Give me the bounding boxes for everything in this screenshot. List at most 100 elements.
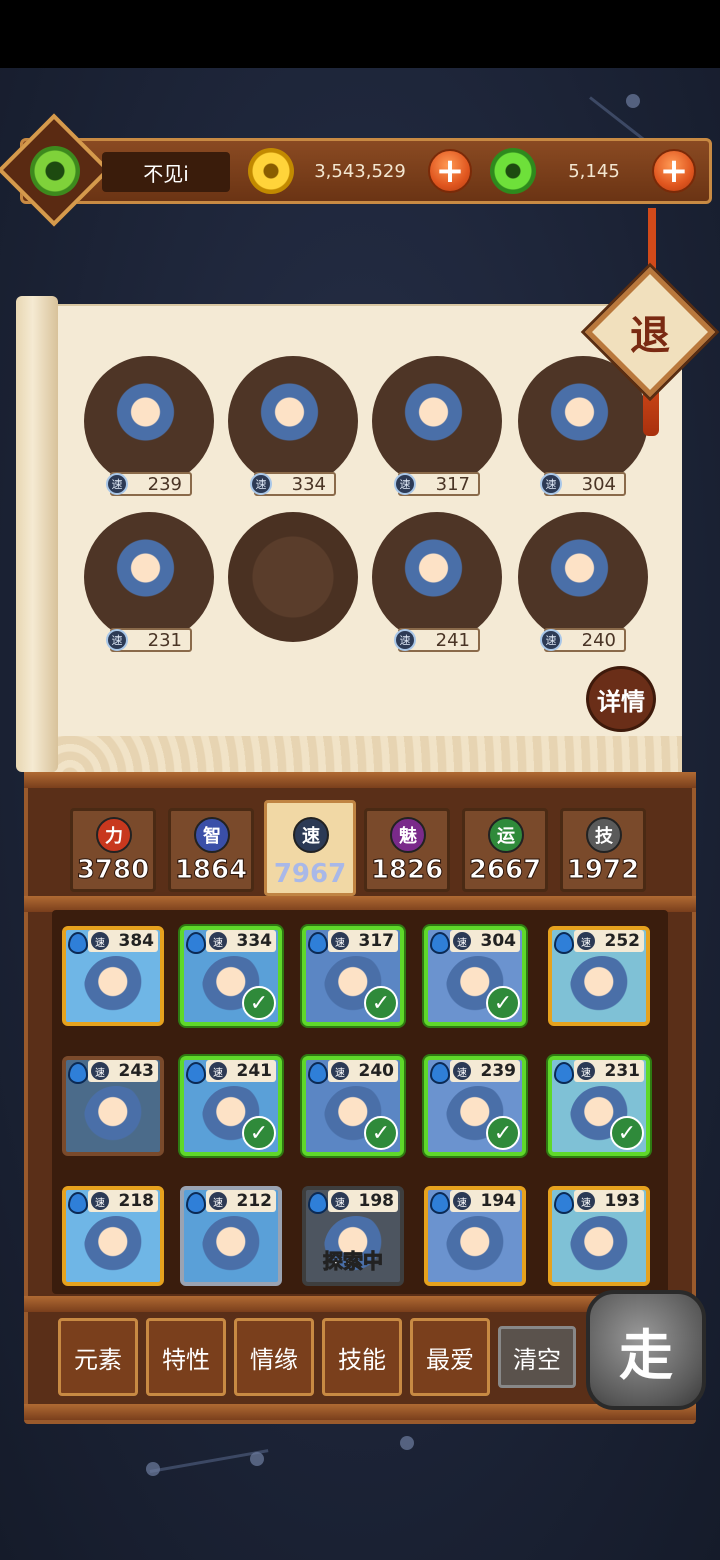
filter-button[interactable]: 元素 <box>58 1318 138 1396</box>
hero-portrait <box>114 380 184 460</box>
speed-icon: 速 <box>250 473 272 495</box>
hero-card[interactable]: 速 194 <box>424 1186 526 1286</box>
hero-portrait <box>446 1216 510 1280</box>
hero-speed: 速 317 <box>328 930 398 952</box>
hero-speed-value: 198 <box>358 1191 395 1211</box>
attribute-tab[interactable]: 速 7967 <box>264 800 356 896</box>
hero-speed-value: 252 <box>604 931 641 951</box>
hero-speed: 速 240 <box>328 1060 398 1082</box>
retreat-button[interactable]: 退 <box>604 286 696 378</box>
attribute-icon: 速 <box>293 817 329 853</box>
hero-portrait <box>548 536 618 616</box>
attribute-value: 7967 <box>273 859 347 889</box>
filter-button[interactable]: 技能 <box>322 1318 402 1396</box>
hero-speed: 速 304 <box>450 930 520 952</box>
hero-portrait <box>84 956 148 1020</box>
hero-speed: 速 194 <box>450 1190 520 1212</box>
team-slot[interactable] <box>84 356 214 486</box>
hero-card[interactable]: 速 240 ✓ <box>302 1056 404 1156</box>
hero-portrait <box>84 1086 148 1150</box>
scroll-rod <box>16 296 58 772</box>
cabinet-top-shelf <box>24 772 696 788</box>
water-element-icon <box>186 932 206 954</box>
attribute-icon: 魅 <box>390 817 426 853</box>
add-jade-button[interactable]: + <box>652 149 696 193</box>
filter-button[interactable]: 情缘 <box>234 1318 314 1396</box>
team-speed-tag: 速 304 <box>540 472 626 496</box>
hero-card[interactable]: 速 243 <box>62 1056 164 1156</box>
exploring-label: 探索中 <box>323 1249 384 1274</box>
hero-speed: 速 198 <box>328 1190 398 1212</box>
hero-card[interactable]: 速 241 ✓ <box>180 1056 282 1156</box>
water-element-icon <box>68 1192 88 1214</box>
constellation-star <box>400 1436 414 1450</box>
hero-speed-value: 317 <box>358 931 395 951</box>
team-slot[interactable] <box>518 512 648 642</box>
speed-icon: 速 <box>331 1192 349 1210</box>
water-element-icon <box>554 1192 574 1214</box>
go-button[interactable]: 走 <box>586 1290 706 1410</box>
jade-amount: 5,145 <box>568 160 620 182</box>
speed-icon: 速 <box>394 473 416 495</box>
hero-card[interactable]: 速 212 <box>180 1186 282 1286</box>
jade-coin-icon <box>490 148 536 194</box>
speed-icon: 速 <box>453 1062 471 1080</box>
hero-card[interactable]: 速 231 ✓ <box>548 1056 650 1156</box>
hero-speed-value: 212 <box>236 1191 273 1211</box>
hero-speed: 速 239 <box>450 1060 520 1082</box>
team-speed-tag: 速 241 <box>394 628 480 652</box>
speed-icon: 速 <box>91 1192 109 1210</box>
hero-card[interactable]: 速 252 <box>548 926 650 1026</box>
water-element-icon <box>308 932 328 954</box>
hero-speed: 速 231 <box>574 1060 644 1082</box>
water-element-icon <box>68 932 88 954</box>
attribute-icon: 运 <box>488 817 524 853</box>
hero-card[interactable]: 速 317 ✓ <box>302 926 404 1026</box>
hero-portrait <box>114 536 184 616</box>
hero-speed: 速 193 <box>574 1190 644 1212</box>
speed-icon: 速 <box>209 932 227 950</box>
hero-speed-value: 218 <box>118 1191 155 1211</box>
filter-button[interactable]: 特性 <box>146 1318 226 1396</box>
team-speed-value: 241 <box>435 629 470 651</box>
hero-speed-value: 240 <box>358 1061 395 1081</box>
hero-card[interactable]: 速 384 <box>62 926 164 1026</box>
hero-speed: 速 243 <box>88 1060 158 1082</box>
filter-button[interactable]: 最爱 <box>410 1318 490 1396</box>
constellation-star <box>146 1462 160 1476</box>
water-element-icon <box>554 1062 574 1084</box>
selected-check-icon: ✓ <box>610 1116 644 1150</box>
add-gold-button[interactable]: + <box>428 149 472 193</box>
detail-button[interactable]: 详情 <box>586 666 656 732</box>
attribute-icon: 智 <box>194 817 230 853</box>
hero-speed: 速 252 <box>574 930 644 952</box>
team-speed-value: 240 <box>581 629 616 651</box>
team-slot[interactable] <box>228 356 358 486</box>
hero-card[interactable]: 速 334 ✓ <box>180 926 282 1026</box>
selected-check-icon: ✓ <box>486 1116 520 1150</box>
hero-card[interactable]: 速 198 探索中 <box>302 1186 404 1286</box>
player-name: 不见i <box>102 152 230 192</box>
team-speed-value: 231 <box>147 629 182 651</box>
hero-speed-value: 304 <box>480 931 517 951</box>
selected-check-icon: ✓ <box>486 986 520 1020</box>
player-avatar[interactable] <box>30 146 80 196</box>
team-slot-empty[interactable] <box>228 512 358 642</box>
hero-portrait <box>570 1216 634 1280</box>
attribute-tab[interactable]: 智 1864 <box>168 808 254 892</box>
attribute-tab[interactable]: 运 2667 <box>462 808 548 892</box>
clear-button[interactable]: 清空 <box>498 1326 576 1388</box>
hero-card[interactable]: 速 218 <box>62 1186 164 1286</box>
attribute-icon: 技 <box>586 817 622 853</box>
hero-speed-value: 194 <box>480 1191 517 1211</box>
hero-speed-value: 193 <box>604 1191 641 1211</box>
attribute-tab[interactable]: 技 1972 <box>560 808 646 892</box>
hero-card[interactable]: 速 193 <box>548 1186 650 1286</box>
team-slot[interactable] <box>84 512 214 642</box>
attribute-tab[interactable]: 魅 1826 <box>364 808 450 892</box>
team-slot[interactable] <box>372 356 502 486</box>
attribute-tab[interactable]: 力 3780 <box>70 808 156 892</box>
team-slot[interactable] <box>372 512 502 642</box>
hero-card[interactable]: 速 304 ✓ <box>424 926 526 1026</box>
hero-card[interactable]: 速 239 ✓ <box>424 1056 526 1156</box>
